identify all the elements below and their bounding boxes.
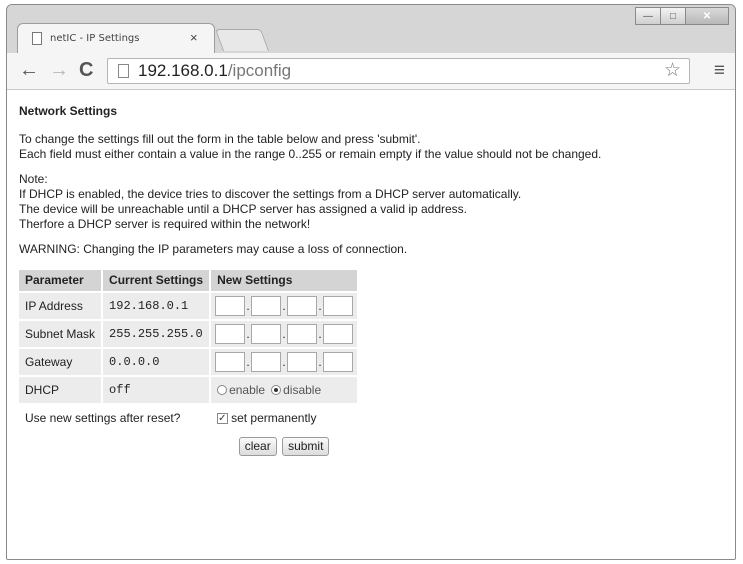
ip-octet-3-input[interactable] xyxy=(287,296,318,316)
dhcp-enable-label: enable xyxy=(229,382,266,397)
header-current-settings: Current Settings xyxy=(103,270,210,291)
table-row: Gateway 0.0.0.0 ... xyxy=(19,349,358,375)
header-new-settings: New Settings xyxy=(211,270,358,291)
mask-octet-4-input[interactable] xyxy=(323,324,354,344)
form-buttons: clear submit xyxy=(211,433,358,459)
current-ip-address: 192.168.0.1 xyxy=(103,293,210,319)
close-icon[interactable]: ✕ xyxy=(685,7,729,25)
maximize-icon[interactable]: □ xyxy=(660,7,686,25)
row-label-ip-address: IP Address xyxy=(19,293,102,319)
page-content: Network Settings To change the settings … xyxy=(7,90,735,559)
url-path: /ipconfig xyxy=(227,61,292,80)
note-line-1: If DHCP is enabled, the device tries to … xyxy=(19,187,522,201)
reload-icon[interactable]: C xyxy=(79,59,93,81)
title-bar: netIC - IP Settings × — □ ✕ xyxy=(7,5,735,53)
ip-address-inputs: ... xyxy=(211,293,358,319)
warning-text: WARNING: Changing the IP parameters may … xyxy=(19,242,408,256)
clear-button[interactable]: clear xyxy=(238,436,277,456)
new-tab-button[interactable] xyxy=(214,29,270,51)
note-line-3: Therfore a DHCP server is required withi… xyxy=(19,217,311,231)
row-label-gateway: Gateway xyxy=(19,349,102,375)
intro-line-1: To change the settings fill out the form… xyxy=(19,132,421,146)
tab-close-icon[interactable]: × xyxy=(190,31,198,45)
current-dhcp: off xyxy=(103,377,210,403)
gateway-octet-3-input[interactable] xyxy=(287,352,318,372)
tab-title: netIC - IP Settings xyxy=(50,33,140,44)
browser-window: netIC - IP Settings × — □ ✕ ← → C 192.16… xyxy=(6,4,736,560)
intro-line-2: Each field must either contain a value i… xyxy=(19,147,602,161)
page-title: Network Settings xyxy=(19,104,118,118)
ip-settings-table: Parameter Current Settings New Settings … xyxy=(17,268,359,461)
browser-tab[interactable]: netIC - IP Settings × xyxy=(17,23,215,53)
row-label-dhcp: DHCP xyxy=(19,377,102,403)
current-gateway: 0.0.0.0 xyxy=(103,349,210,375)
gateway-octet-4-input[interactable] xyxy=(323,352,354,372)
ip-octet-2-input[interactable] xyxy=(251,296,282,316)
note-line-2: The device will be unreachable until a D… xyxy=(19,202,468,216)
table-row: Use new settings after reset? set perman… xyxy=(19,405,358,431)
document-icon xyxy=(32,32,42,45)
mask-octet-2-input[interactable] xyxy=(251,324,282,344)
document-icon xyxy=(118,64,129,78)
ip-octet-1-input[interactable] xyxy=(215,296,246,316)
mask-octet-1-input[interactable] xyxy=(215,324,246,344)
gateway-inputs: ... xyxy=(211,349,358,375)
dhcp-radio-group: enable disable xyxy=(211,377,358,403)
minimize-icon[interactable]: — xyxy=(635,7,661,25)
empty-cell xyxy=(19,433,210,459)
gateway-octet-1-input[interactable] xyxy=(215,352,246,372)
browser-toolbar: ← → C 192.168.0.1/ipconfig ☆ ≡ xyxy=(7,53,735,90)
window-controls: — □ ✕ xyxy=(635,7,729,25)
url-text: 192.168.0.1/ipconfig xyxy=(138,61,291,81)
url-host: 192.168.0.1 xyxy=(138,61,228,80)
address-bar[interactable]: 192.168.0.1/ipconfig ☆ xyxy=(107,58,690,84)
current-subnet-mask: 255.255.255.0 xyxy=(103,321,210,347)
back-arrow-icon[interactable]: ← xyxy=(19,59,39,81)
submit-button[interactable]: submit xyxy=(282,436,330,456)
subnet-mask-inputs: ... xyxy=(211,321,358,347)
permanent-option: set permanently xyxy=(211,405,358,431)
forward-arrow-icon[interactable]: → xyxy=(49,59,69,81)
set-permanently-label: set permanently xyxy=(231,410,317,425)
dhcp-enable-radio[interactable] xyxy=(217,385,228,396)
gateway-octet-2-input[interactable] xyxy=(251,352,282,372)
table-row: IP Address 192.168.0.1 ... xyxy=(19,293,358,319)
star-icon[interactable]: ☆ xyxy=(664,60,681,82)
dhcp-disable-radio[interactable] xyxy=(271,385,282,396)
menu-icon[interactable]: ≡ xyxy=(714,60,725,82)
header-parameter: Parameter xyxy=(19,270,102,291)
ip-octet-4-input[interactable] xyxy=(323,296,354,316)
row-label-subnet-mask: Subnet Mask xyxy=(19,321,102,347)
note-label: Note: xyxy=(19,172,48,186)
table-row: clear submit xyxy=(19,433,358,459)
table-header-row: Parameter Current Settings New Settings xyxy=(19,270,358,291)
reset-question: Use new settings after reset? xyxy=(19,405,210,431)
table-row: DHCP off enable disable xyxy=(19,377,358,403)
set-permanently-checkbox[interactable] xyxy=(217,411,229,426)
mask-octet-3-input[interactable] xyxy=(287,324,318,344)
dhcp-disable-label: disable xyxy=(283,382,322,397)
table-row: Subnet Mask 255.255.255.0 ... xyxy=(19,321,358,347)
